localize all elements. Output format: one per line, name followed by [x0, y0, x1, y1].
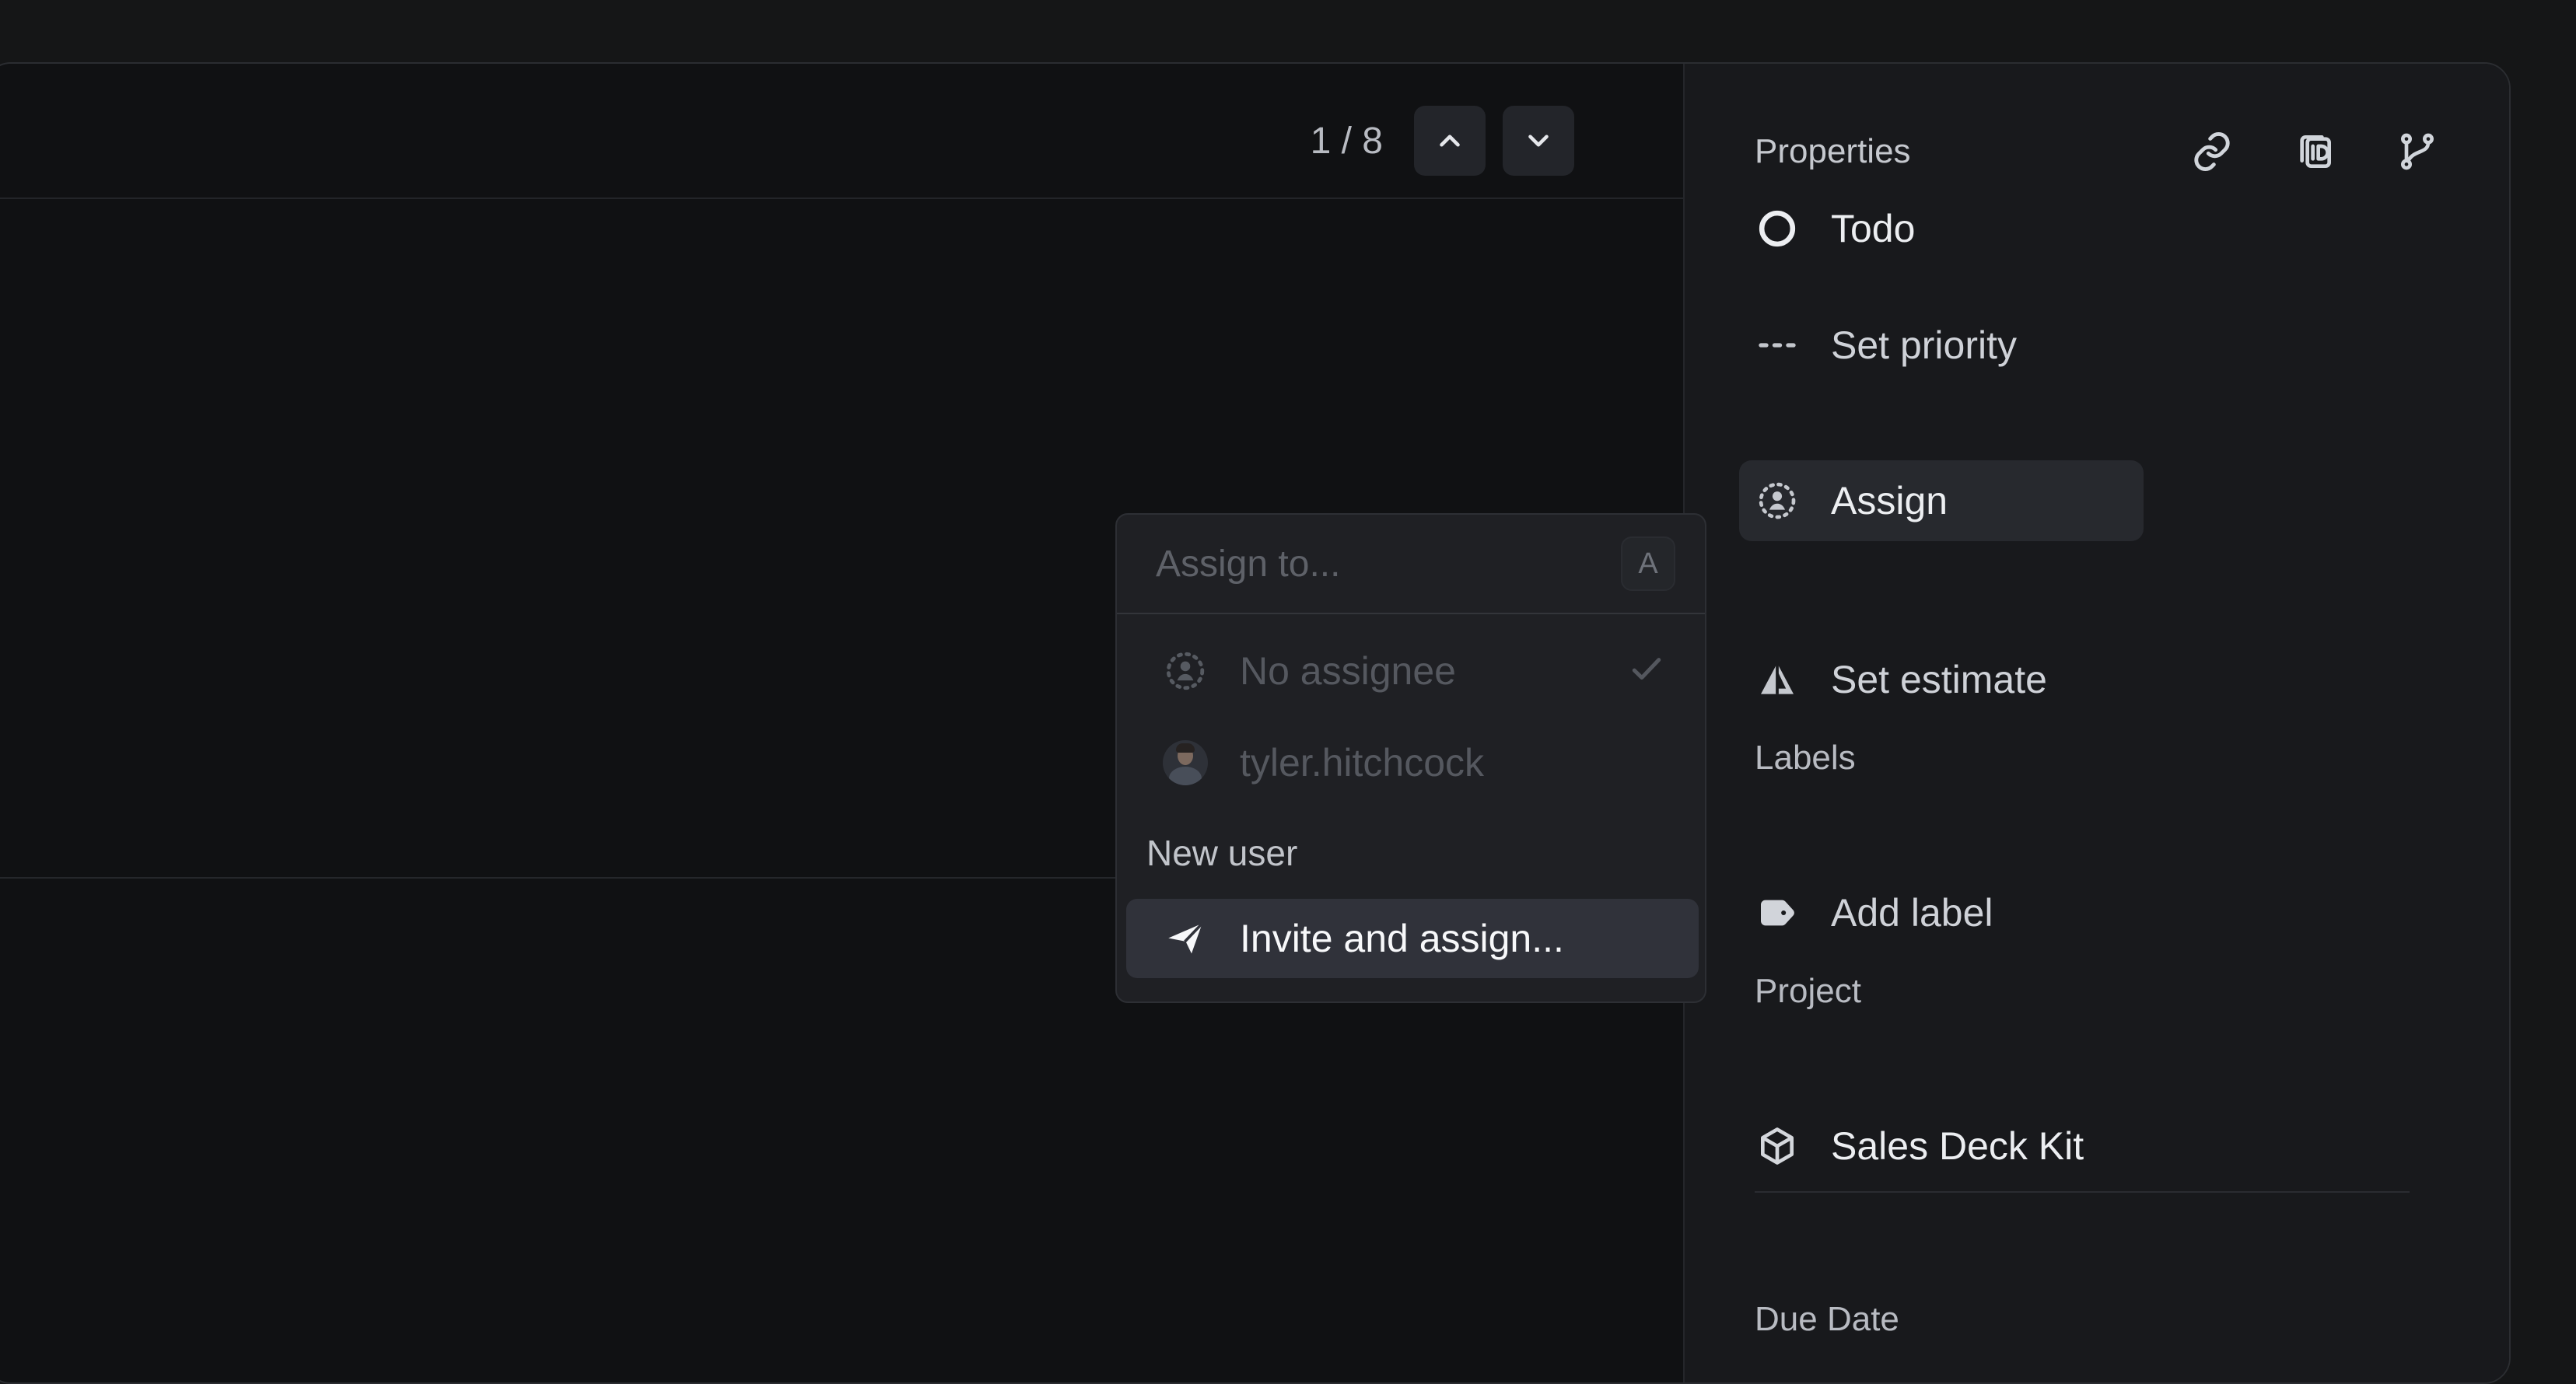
project-cube-icon	[1755, 1124, 1800, 1169]
assign-shortcut-key: A	[1621, 536, 1675, 591]
assign-property[interactable]: Assign	[1739, 460, 2144, 541]
pager-count: 1 / 8	[1310, 120, 1383, 162]
estimate-triangle-icon	[1755, 657, 1800, 702]
estimate-property[interactable]: Set estimate	[1739, 639, 2144, 720]
project-name: Sales Deck Kit	[1831, 1124, 2084, 1168]
tag-icon	[1755, 890, 1800, 935]
app-window: 1 / 8 Properties Todo Set priority Assig…	[0, 62, 2511, 1384]
send-icon	[1162, 915, 1209, 962]
estimate-label: Set estimate	[1831, 658, 2047, 701]
user-avatar	[1163, 740, 1208, 785]
priority-property[interactable]: Set priority	[1739, 305, 2144, 386]
issue-topbar: 1 / 8	[0, 64, 1683, 199]
status-property[interactable]: Todo	[1739, 188, 2144, 269]
branch-icon[interactable]	[2396, 130, 2439, 173]
project-property[interactable]: Sales Deck Kit	[1739, 1106, 2144, 1187]
tyler-hitchcock-option[interactable]: tyler.hitchcock	[1126, 723, 1699, 802]
add-label-row[interactable]: Add label	[1739, 872, 2144, 953]
issue-pager: 1 / 8	[1311, 106, 1574, 176]
no-assignee-label: No assignee	[1240, 649, 1456, 693]
chevron-down-icon	[1528, 135, 1549, 147]
copy-id-icon[interactable]	[2293, 130, 2336, 173]
avatar-body	[1169, 767, 1202, 785]
project-section-title: Project	[1755, 972, 1861, 1010]
chevron-up-icon	[1440, 135, 1460, 147]
priority-label: Set priority	[1831, 323, 2017, 367]
assign-search-input[interactable]	[1154, 541, 1621, 586]
no-assignee-icon	[1162, 648, 1209, 694]
new-user-section-label: New user	[1146, 833, 1298, 873]
invite-and-assign-option[interactable]: Invite and assign...	[1126, 899, 1699, 978]
properties-sidebar: Properties Todo Set priority Assign Set …	[1683, 64, 2509, 1382]
tyler-hitchcock-label: tyler.hitchcock	[1240, 741, 1485, 785]
circle-status-icon	[1755, 206, 1800, 251]
properties-title: Properties	[1755, 132, 1911, 170]
previous-issue-button[interactable]	[1414, 106, 1486, 176]
avatar-hair	[1176, 743, 1195, 753]
assign-search-bar: A	[1117, 515, 1705, 614]
avatar	[1162, 739, 1209, 786]
add-label-text: Add label	[1831, 891, 1993, 935]
no-assignee-option[interactable]: No assignee	[1126, 631, 1699, 711]
assign-popover: A No assignee	[1115, 513, 1706, 1003]
assign-label: Assign	[1831, 479, 1948, 522]
dashed-priority-icon	[1755, 323, 1800, 368]
next-issue-button[interactable]	[1503, 106, 1574, 176]
due-date-title: Due Date	[1755, 1300, 1899, 1338]
properties-actions	[2190, 130, 2439, 173]
invite-and-assign-label: Invite and assign...	[1240, 917, 1564, 960]
properties-header: Properties	[1755, 117, 2439, 187]
link-icon[interactable]	[2190, 130, 2234, 173]
labels-section-title: Labels	[1755, 739, 1856, 777]
check-icon	[1626, 648, 1668, 690]
properties-divider	[1755, 1191, 2410, 1193]
status-label: Todo	[1831, 207, 1916, 250]
assignee-icon	[1755, 478, 1800, 523]
